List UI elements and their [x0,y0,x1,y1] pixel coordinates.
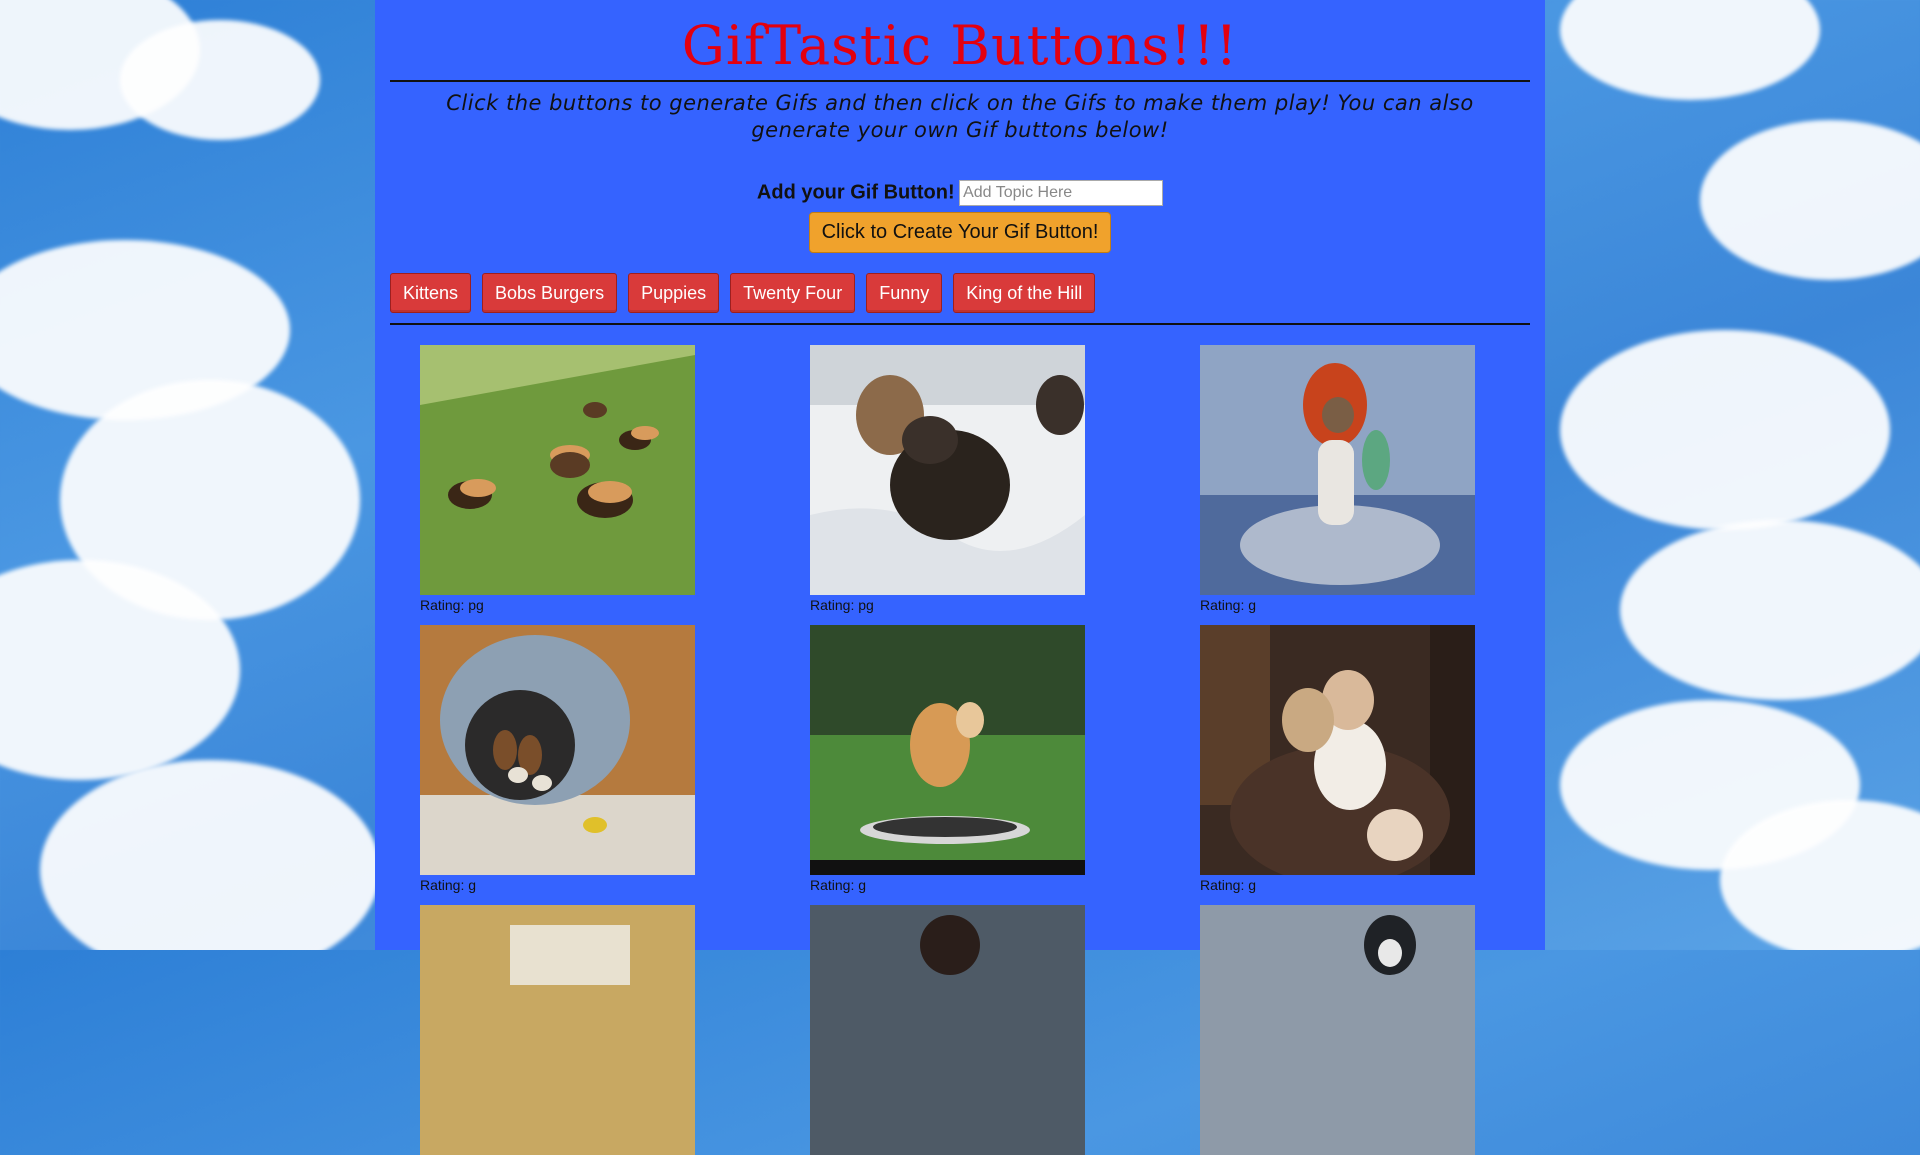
gif-rating: Rating: pg [810,597,874,613]
topic-buttons: Kittens Bobs Burgers Puppies Twenty Four Fun… [390,273,1530,313]
gif-image[interactable] [420,625,695,875]
topic-button[interactable]: Puppies [628,273,720,313]
add-topic-label: Add your Gif Button! [756,181,955,204]
gif-card: Rating: pg [420,345,695,613]
add-topic-form: Add your Gif Button! [375,180,1545,210]
gif-rating: Rating: g [1200,877,1257,893]
add-topic-input[interactable] [959,180,1164,206]
gif-image[interactable] [420,345,695,595]
gif-card: Rating: g [1200,625,1475,893]
gif-image[interactable] [1200,625,1475,875]
instructions-text: Click the buttons to generate Gifs and t… [446,91,1474,142]
gif-image[interactable] [810,625,1085,875]
gif-card: Rating: g [1200,345,1475,613]
gif-rating: Rating: g [810,877,867,893]
gif-card [420,905,695,1155]
gif-image[interactable] [1200,905,1475,1155]
gif-rating: Rating: g [1200,597,1257,613]
gif-rating: Rating: pg [420,597,484,613]
gif-image[interactable] [1200,345,1475,595]
gif-card [810,905,1085,1155]
topic-button[interactable]: Funny [866,273,943,313]
gif-card: Rating: pg [810,345,1085,613]
topic-button[interactable]: Bobs Burgers [482,273,618,313]
gif-card [1200,905,1475,1155]
main-panel: GifTastic Buttons!!! Click the buttons t… [375,0,1545,1155]
gif-rating: Rating: g [420,877,477,893]
gif-image[interactable] [420,905,695,1155]
gif-card: Rating: g [420,625,695,893]
gif-image[interactable] [810,905,1085,1155]
create-gif-button[interactable]: Click to Create Your Gif Button! [808,212,1112,253]
topic-button[interactable]: King of the Hill [953,273,1096,313]
topics-divider [390,323,1530,325]
topic-button[interactable]: Twenty Four [730,273,856,313]
title-divider [390,80,1530,82]
gif-image[interactable] [810,345,1085,595]
page-title: GifTastic Buttons!!! [681,14,1239,77]
gif-card: Rating: g [810,625,1085,893]
topic-button[interactable]: Kittens [390,273,472,313]
